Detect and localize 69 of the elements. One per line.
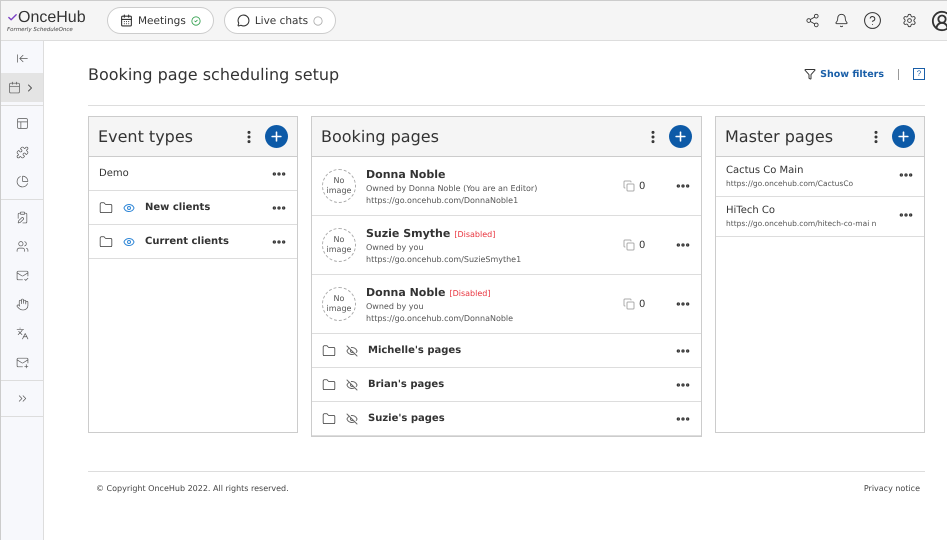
- panel-icon: [16, 117, 28, 130]
- master-page-name[interactable]: Cactus Co Main: [726, 165, 888, 176]
- master-page-name[interactable]: HiTech Co: [726, 205, 888, 216]
- calendar-icon: [120, 14, 133, 27]
- product-tab[interactable]: Meetings: [107, 7, 214, 34]
- clipboard-icon: [16, 211, 28, 224]
- copyright-text: © Copyright OnceHub 2022. All rights reserved.: [96, 484, 289, 493]
- product-tab[interactable]: Live chats: [224, 7, 336, 34]
- owner-text: Owned by Donna Noble (You are an Editor): [366, 184, 538, 192]
- folder-icon: [99, 200, 113, 214]
- puzzle-icon: [16, 146, 28, 159]
- translate-icon: [16, 327, 28, 340]
- privacy-link[interactable]: Privacy notice: [864, 484, 920, 493]
- add-button[interactable]: [265, 125, 288, 148]
- plus-icon: [269, 129, 284, 144]
- page-name[interactable]: Donna Noble: [366, 168, 613, 180]
- folder-icon: [322, 412, 336, 426]
- add-button[interactable]: [892, 125, 915, 148]
- logo: OnceHub: [18, 8, 86, 26]
- folder-icon: [322, 378, 336, 392]
- help-icon[interactable]: [863, 11, 882, 30]
- mail-icon: [16, 269, 28, 282]
- page-title: Booking page scheduling setup: [88, 64, 340, 84]
- owner-text: Owned by you: [366, 242, 425, 252]
- sidebar-item[interactable]: [1, 73, 43, 102]
- avatar-icon[interactable]: [931, 10, 947, 32]
- filter-icon: [804, 68, 816, 80]
- copies-icon: [623, 239, 635, 251]
- owner-text: Owned by you: [366, 302, 425, 310]
- exit-icon: [16, 52, 28, 65]
- bell-icon[interactable]: [834, 13, 849, 28]
- copies-icon: [623, 180, 635, 192]
- folder-name[interactable]: Brian's pages: [368, 379, 665, 390]
- page-name[interactable]: Donna Noble [Disabled]: [366, 286, 613, 298]
- mail-plus-icon: [16, 356, 28, 369]
- no-image-label: No image: [326, 235, 352, 255]
- plus-icon: [673, 129, 688, 144]
- folder-name[interactable]: Michelle's pages: [368, 345, 665, 356]
- pie-chart-icon: [16, 175, 28, 188]
- no-image-label: No image: [326, 176, 352, 196]
- event-type-name[interactable]: Demo: [99, 168, 261, 179]
- no-image-label: No image: [326, 294, 352, 314]
- hand-icon: [16, 298, 28, 311]
- page-url: https://go.oncehub.com/SuzieSmythe1: [366, 254, 522, 264]
- copies-count: 0: [639, 180, 646, 192]
- check-icon: [7, 12, 18, 23]
- copies-icon: [623, 298, 635, 310]
- show-filters-link[interactable]: Show filters: [804, 68, 884, 80]
- panel-title: Booking pages: [321, 127, 439, 146]
- people-icon: [16, 240, 28, 253]
- add-button[interactable]: [669, 125, 692, 148]
- page-name[interactable]: Suzie Smythe [Disabled]: [366, 226, 613, 240]
- page-url: https://go.oncehub.com/DonnaNoble1: [366, 196, 520, 204]
- folder-name[interactable]: Suzie's pages: [368, 413, 665, 424]
- folder-icon: [99, 234, 113, 248]
- copies-count: 0: [639, 298, 646, 310]
- share-icon[interactable]: [805, 13, 820, 28]
- calendar-icon: [8, 81, 21, 94]
- settings-icon[interactable]: [902, 13, 917, 28]
- plus-icon: [896, 129, 911, 144]
- panel-title: Event types: [98, 127, 193, 146]
- chat-icon: [236, 14, 250, 27]
- folder-name[interactable]: Current clients: [145, 236, 261, 247]
- panel-title: Master pages: [725, 127, 834, 146]
- folder-icon: [322, 344, 336, 358]
- copies-count: 0: [639, 240, 646, 250]
- help-button[interactable]: ?: [913, 68, 925, 80]
- folder-name[interactable]: New clients: [145, 202, 261, 213]
- page-url: https://go.oncehub.com/DonnaNoble: [366, 314, 514, 322]
